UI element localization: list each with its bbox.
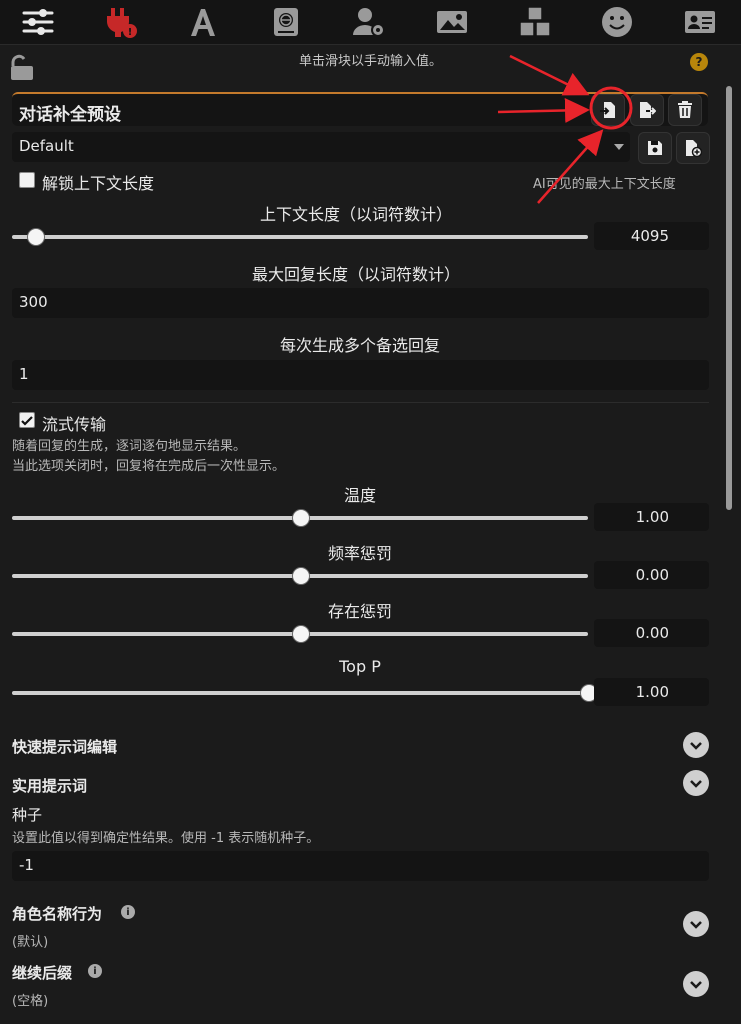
streaming-checkbox[interactable] bbox=[19, 412, 35, 428]
save-icon bbox=[648, 141, 662, 155]
preset-header: 对话补全预设 bbox=[12, 92, 708, 126]
scrollbar-thumb[interactable] bbox=[726, 86, 732, 510]
streaming-desc-2: 当此选项关闭时，回复将在完成后一次性显示。 bbox=[12, 459, 286, 474]
unlock-context-hint: AI可见的最大上下文长度 bbox=[533, 177, 676, 192]
book-globe-icon[interactable] bbox=[266, 4, 306, 40]
file-export-icon bbox=[640, 102, 656, 118]
unlock-icon[interactable] bbox=[8, 54, 36, 82]
image-icon[interactable] bbox=[432, 4, 472, 40]
slider-value: 1.00 bbox=[635, 508, 669, 526]
preset-select[interactable]: Default bbox=[12, 132, 630, 162]
max-response-input[interactable]: 300 bbox=[12, 288, 709, 318]
slider-thumb[interactable] bbox=[292, 509, 310, 527]
top-nav: ! bbox=[0, 0, 741, 45]
preset-selected: Default bbox=[19, 137, 74, 155]
user-gear-icon[interactable] bbox=[349, 4, 389, 40]
slider[interactable] bbox=[12, 684, 598, 702]
import-preset-button[interactable] bbox=[591, 94, 625, 126]
slider-thumb[interactable] bbox=[292, 625, 310, 643]
slider-hint: 单击滑块以手动输入值。 bbox=[298, 54, 442, 69]
trash-icon bbox=[678, 101, 692, 118]
slider-value: 0.00 bbox=[635, 624, 669, 642]
seed-input[interactable]: -1 bbox=[12, 851, 709, 881]
seed-label: 种子 bbox=[12, 806, 43, 824]
plug-alert-icon[interactable]: ! bbox=[100, 4, 140, 40]
slider[interactable] bbox=[12, 625, 588, 643]
streaming-desc-1: 随着回复的生成，逐词逐句地显示结果。 bbox=[12, 439, 247, 454]
slider[interactable] bbox=[12, 567, 588, 585]
divider bbox=[12, 402, 709, 403]
char-name-behavior-label: 角色名称行为 bbox=[12, 905, 103, 923]
utility-prompts-title[interactable]: 实用提示词 bbox=[12, 775, 87, 796]
slider-thumb[interactable] bbox=[27, 228, 46, 246]
context-length-input[interactable]: 4095 bbox=[594, 222, 709, 250]
slider-value-input[interactable]: 1.00 bbox=[594, 503, 709, 531]
streaming-label: 流式传输 bbox=[42, 415, 107, 434]
id-card-icon[interactable] bbox=[680, 4, 720, 40]
continue-suffix-value: (空格) bbox=[12, 994, 49, 1009]
cubes-icon[interactable] bbox=[515, 4, 555, 40]
context-length-slider[interactable] bbox=[12, 228, 588, 246]
slider-value-input[interactable]: 1.00 bbox=[594, 678, 709, 706]
max-response-label: 最大回复长度（以词符数计） bbox=[251, 265, 460, 284]
smiley-icon[interactable] bbox=[597, 4, 637, 40]
slider-track bbox=[12, 235, 588, 239]
char-name-behavior-chevron-down-icon[interactable] bbox=[683, 911, 709, 937]
file-import-icon bbox=[600, 102, 615, 118]
unlock-context-label: 解锁上下文长度 bbox=[42, 174, 155, 193]
save-preset-button[interactable] bbox=[638, 132, 672, 164]
check-icon bbox=[21, 416, 33, 426]
unlock-context-checkbox[interactable] bbox=[19, 172, 35, 188]
seed-desc: 设置此值以得到确定性结果。使用 -1 表示随机种子。 bbox=[12, 831, 320, 846]
slider-value: 1.00 bbox=[635, 683, 669, 701]
continue-suffix-label: 继续后缀 bbox=[12, 964, 73, 982]
slider-value: 0.00 bbox=[635, 566, 669, 584]
utility-prompts-chevron-down-icon[interactable] bbox=[683, 770, 709, 796]
delete-preset-button[interactable] bbox=[668, 94, 702, 126]
continue-suffix-info-icon[interactable]: i bbox=[88, 964, 102, 978]
multi-swipe-value: 1 bbox=[19, 365, 29, 383]
continue-suffix-chevron-down-icon[interactable] bbox=[683, 971, 709, 997]
svg-text:!: ! bbox=[128, 27, 133, 38]
context-length-value: 4095 bbox=[630, 227, 669, 245]
caret-down-icon bbox=[614, 144, 624, 150]
char-name-behavior-info-icon[interactable]: i bbox=[121, 905, 135, 919]
char-name-behavior-value: (默认) bbox=[12, 935, 49, 950]
max-response-value: 300 bbox=[19, 293, 48, 311]
slider-label: Top P bbox=[339, 657, 381, 676]
seed-value: -1 bbox=[19, 856, 34, 874]
new-preset-button[interactable] bbox=[676, 132, 710, 164]
help-icon[interactable]: ? bbox=[690, 53, 708, 71]
quick-prompts-chevron-down-icon[interactable] bbox=[683, 732, 709, 758]
file-add-icon bbox=[686, 140, 702, 157]
export-preset-button[interactable] bbox=[630, 94, 664, 126]
slider[interactable] bbox=[12, 509, 588, 527]
multi-swipe-label: 每次生成多个备选回复 bbox=[279, 336, 440, 355]
preset-title: 对话补全预设 bbox=[19, 105, 121, 125]
slider-thumb[interactable] bbox=[292, 567, 310, 585]
slider-track bbox=[12, 691, 588, 695]
slider-value-input[interactable]: 0.00 bbox=[594, 619, 709, 647]
slider-value-input[interactable]: 0.00 bbox=[594, 561, 709, 589]
sliders-icon[interactable] bbox=[18, 4, 58, 40]
multi-swipe-input[interactable]: 1 bbox=[12, 360, 709, 390]
font-icon[interactable] bbox=[183, 4, 223, 40]
quick-prompts-title[interactable]: 快速提示词编辑 bbox=[12, 736, 117, 757]
